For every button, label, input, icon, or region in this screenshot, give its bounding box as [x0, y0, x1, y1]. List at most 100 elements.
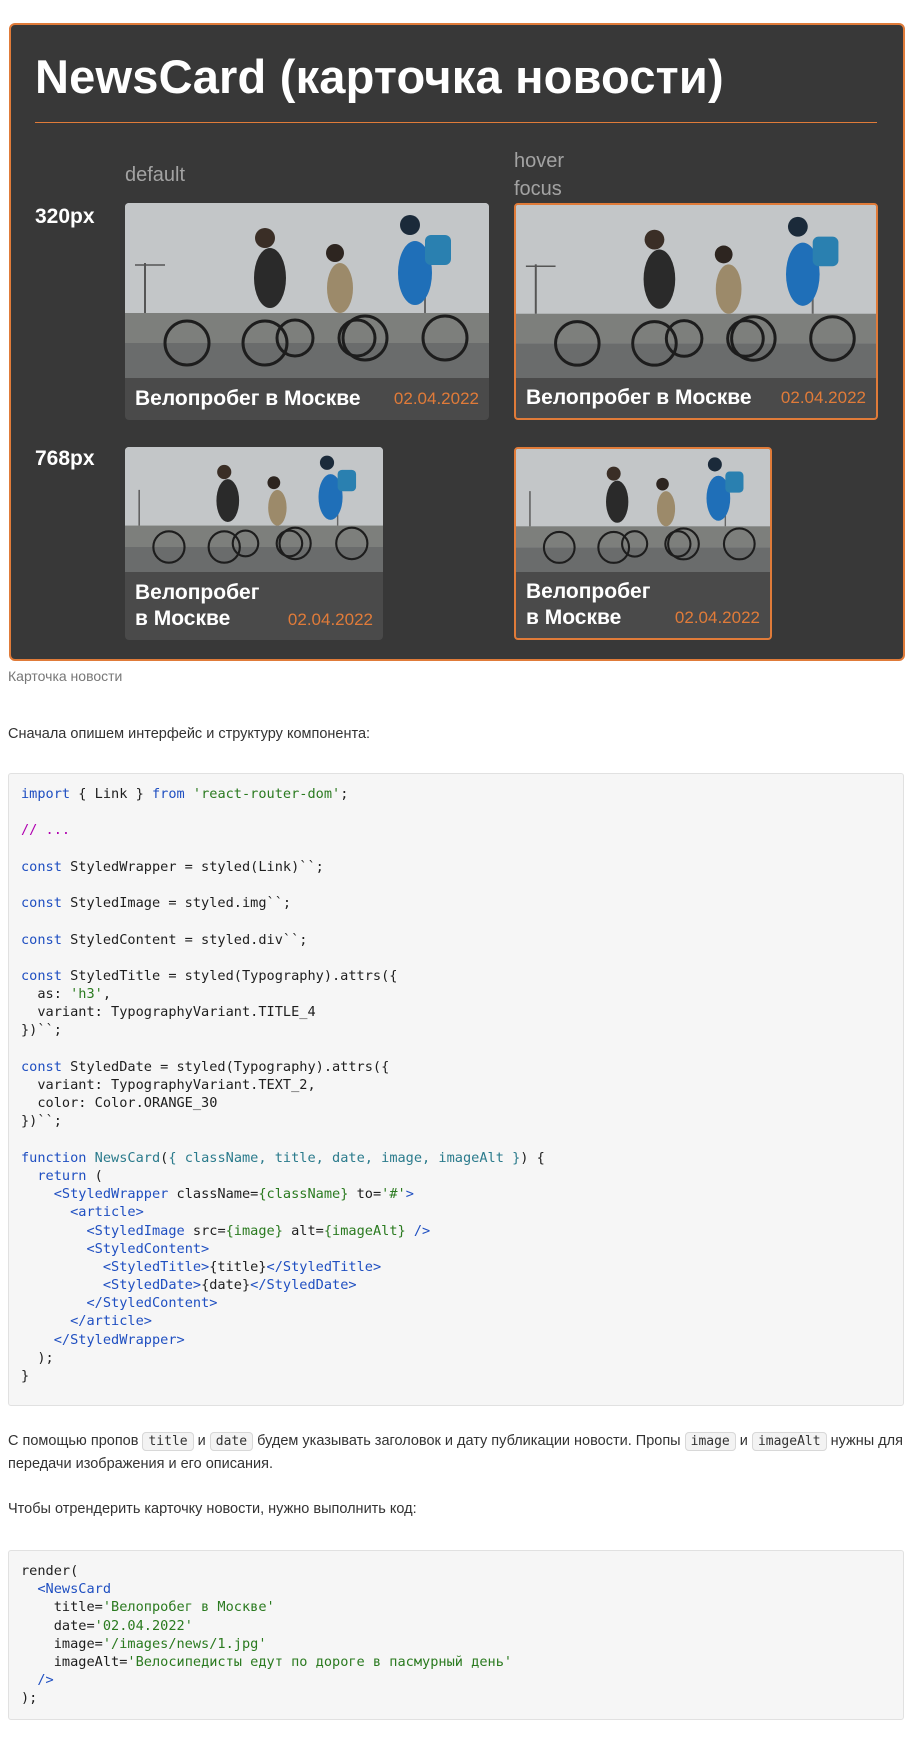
code-line: image='/images/news/1.jpg' [21, 1635, 891, 1653]
code-line: import { Link } from 'react-router-dom'; [21, 785, 891, 803]
news-card-768-hover[interactable]: Велопробег в Москве 02.04.2022 [514, 447, 772, 640]
code-line: ); [21, 1349, 891, 1367]
code-token: const [21, 1058, 62, 1075]
code-token: <NewsCard [37, 1581, 112, 1598]
inline-code-image: image [684, 1432, 736, 1451]
card-title-line-1: Велопробег [526, 580, 651, 603]
code-token: </article> [70, 1313, 152, 1330]
code-token: variant: TypographyVariant.TITLE_4 [21, 1004, 316, 1021]
code-token: alt= [282, 1222, 324, 1239]
code-token: imageAlt= [21, 1653, 128, 1670]
code-token: StyledWrapper = styled(Link)``; [61, 858, 324, 875]
card-date: 02.04.2022 [780, 388, 866, 407]
props-text-and-1: и [197, 1433, 206, 1449]
inline-code-title: title [142, 1432, 194, 1451]
state-focus-text: focus [514, 178, 562, 200]
code-token: {date} [201, 1277, 251, 1294]
code-line: <StyledContent> [21, 1240, 891, 1258]
card-date: 02.04.2022 [393, 389, 479, 408]
card-image [125, 203, 489, 378]
figure-caption: Карточка новости [8, 668, 123, 684]
card-title: Велопробег в Москве [135, 387, 361, 410]
code-line: const StyledContent = styled.div``; [21, 931, 891, 949]
code-token: </StyledDate> [250, 1277, 357, 1294]
props-text-and-2: и [739, 1433, 748, 1449]
news-card-320-default[interactable]: Велопробег в Москве 02.04.2022 [125, 203, 489, 420]
code-token: ) { [520, 1149, 545, 1166]
code-line: // ... [21, 821, 891, 839]
code-token: { className, title, date, image, imageAl… [168, 1149, 521, 1166]
code-line: variant: TypographyVariant.TITLE_4 [21, 1003, 891, 1021]
card-date: 02.04.2022 [287, 610, 373, 629]
props-paragraph: С помощью пропов title и date будем указ… [8, 1430, 908, 1476]
card-content: Велопробег в Москве 02.04.2022 [516, 572, 770, 638]
state-label-hover-focus: hover focus [514, 147, 564, 203]
code-token: {imageAlt} [323, 1222, 406, 1239]
breakpoint-label-768: 768px [35, 447, 95, 470]
code-token: 'react-router-dom' [192, 786, 341, 802]
code-token: ; [340, 786, 349, 802]
code-token: })``; [21, 1022, 62, 1039]
code-token: /> [413, 1222, 431, 1239]
card-image [516, 205, 876, 378]
code-line: const StyledImage = styled.img``; [21, 894, 891, 912]
card-title: Велопробег в Москве [135, 580, 259, 632]
code-token: as: [21, 986, 71, 1003]
code-line: })``; [21, 1112, 891, 1130]
code-line: <StyledDate>{date}</StyledDate> [21, 1276, 891, 1294]
code-token: StyledImage = styled.img``; [61, 895, 292, 912]
code-token: image= [21, 1635, 103, 1652]
code-token: date= [21, 1617, 95, 1634]
code-line: <StyledWrapper className={className} to=… [21, 1185, 891, 1203]
code-line: /> [21, 1671, 891, 1689]
code-token: { Link } [70, 786, 152, 802]
code-token: return [37, 1167, 87, 1184]
code-line: render( [21, 1562, 891, 1580]
code-token: , [102, 986, 112, 1003]
code-token: StyledTitle = styled(Typography).attrs({ [61, 967, 398, 984]
code-token: StyledDate = styled(Typography).attrs({ [61, 1058, 390, 1075]
code-token: <article> [70, 1204, 144, 1221]
code-line: <StyledImage src={image} alt={imageAlt} … [21, 1222, 891, 1240]
state-label-default: default [125, 161, 185, 189]
code-token: 'Велопробег в Москве' [102, 1599, 275, 1616]
code-token: </StyledContent> [86, 1295, 218, 1312]
code-line: color: Color.ORANGE_30 [21, 1094, 891, 1112]
code-line: variant: TypographyVariant.TEXT_2, [21, 1076, 891, 1094]
card-title: Велопробег в Москве [526, 579, 650, 631]
code-line: ); [21, 1689, 891, 1707]
code-token: const [21, 967, 62, 984]
code-line: <StyledTitle>{title}</StyledTitle> [21, 1258, 891, 1276]
code-token: ( [86, 1167, 103, 1184]
card-content: Велопробег в Москве 02.04.2022 [125, 572, 383, 640]
code-token: const [21, 858, 62, 875]
newscard-showcase: NewsCard (карточка новости) default hove… [9, 23, 905, 661]
breakpoint-label-320: 320px [35, 205, 95, 228]
code-token: 'Велосипедисты едут по дороге в пасмурны… [127, 1653, 513, 1670]
code-line: </StyledWrapper> [21, 1331, 891, 1349]
code-token: </StyledTitle> [266, 1258, 382, 1275]
code-token: '/images/news/1.jpg' [102, 1635, 267, 1652]
inline-code-imagealt: imageAlt [751, 1432, 827, 1451]
code-token: NewsCard [94, 1149, 161, 1166]
news-card-768-default[interactable]: Велопробег в Москве 02.04.2022 [125, 447, 383, 640]
code-token: render( [21, 1563, 79, 1579]
news-card-320-hover[interactable]: Велопробег в Москве 02.04.2022 [514, 203, 878, 420]
intro-paragraph: Сначала опишем интерфейс и структуру ком… [8, 726, 371, 742]
cyclists-photo-icon [516, 449, 770, 572]
code-token: // ... [21, 822, 71, 839]
showcase-title: NewsCard (карточка новости) [35, 50, 724, 103]
